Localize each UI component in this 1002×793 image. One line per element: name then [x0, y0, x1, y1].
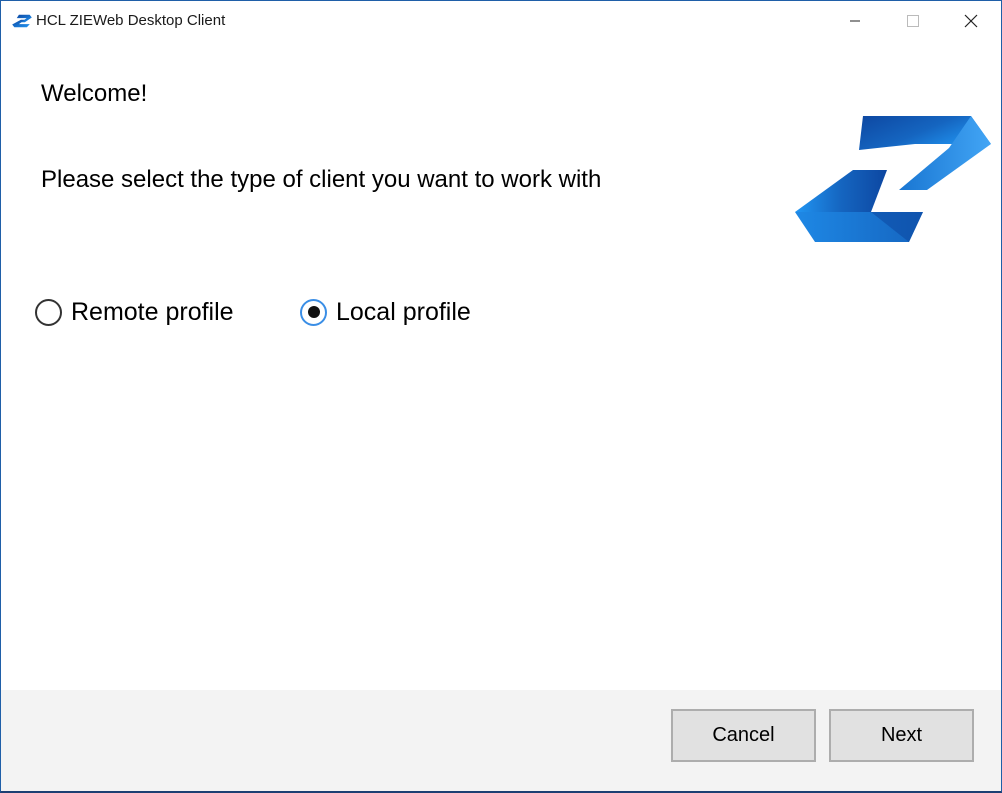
minimize-button[interactable] — [826, 1, 884, 41]
window-title: HCL ZIEWeb Desktop Client — [36, 12, 226, 29]
remote-profile-label: Remote profile — [71, 297, 234, 326]
maximize-button[interactable] — [884, 1, 942, 41]
cancel-button[interactable]: Cancel — [671, 709, 816, 762]
app-window: HCL ZIEWeb Desktop Client Welcome! Pleas… — [0, 0, 1002, 793]
app-logo-icon — [12, 14, 32, 28]
remote-profile-radio[interactable]: Remote profile — [35, 295, 234, 329]
welcome-heading: Welcome! — [41, 80, 148, 107]
close-button[interactable] — [942, 1, 1000, 41]
dialog-footer: Cancel Next — [1, 690, 1001, 791]
close-icon — [964, 14, 978, 28]
local-profile-label: Local profile — [336, 297, 471, 326]
minimize-icon — [850, 20, 860, 22]
maximize-icon — [907, 15, 919, 27]
local-profile-radio[interactable]: Local profile — [300, 295, 471, 329]
radio-button-unchecked[interactable] — [35, 298, 62, 326]
radio-selected-dot — [307, 306, 320, 318]
next-button[interactable]: Next — [829, 709, 974, 762]
title-bar[interactable]: HCL ZIEWeb Desktop Client — [1, 1, 1001, 41]
radio-button-checked[interactable] — [300, 298, 327, 326]
instruction-text: Please select the type of client you wan… — [41, 166, 602, 193]
hcl-z-logo-icon — [795, 116, 991, 242]
